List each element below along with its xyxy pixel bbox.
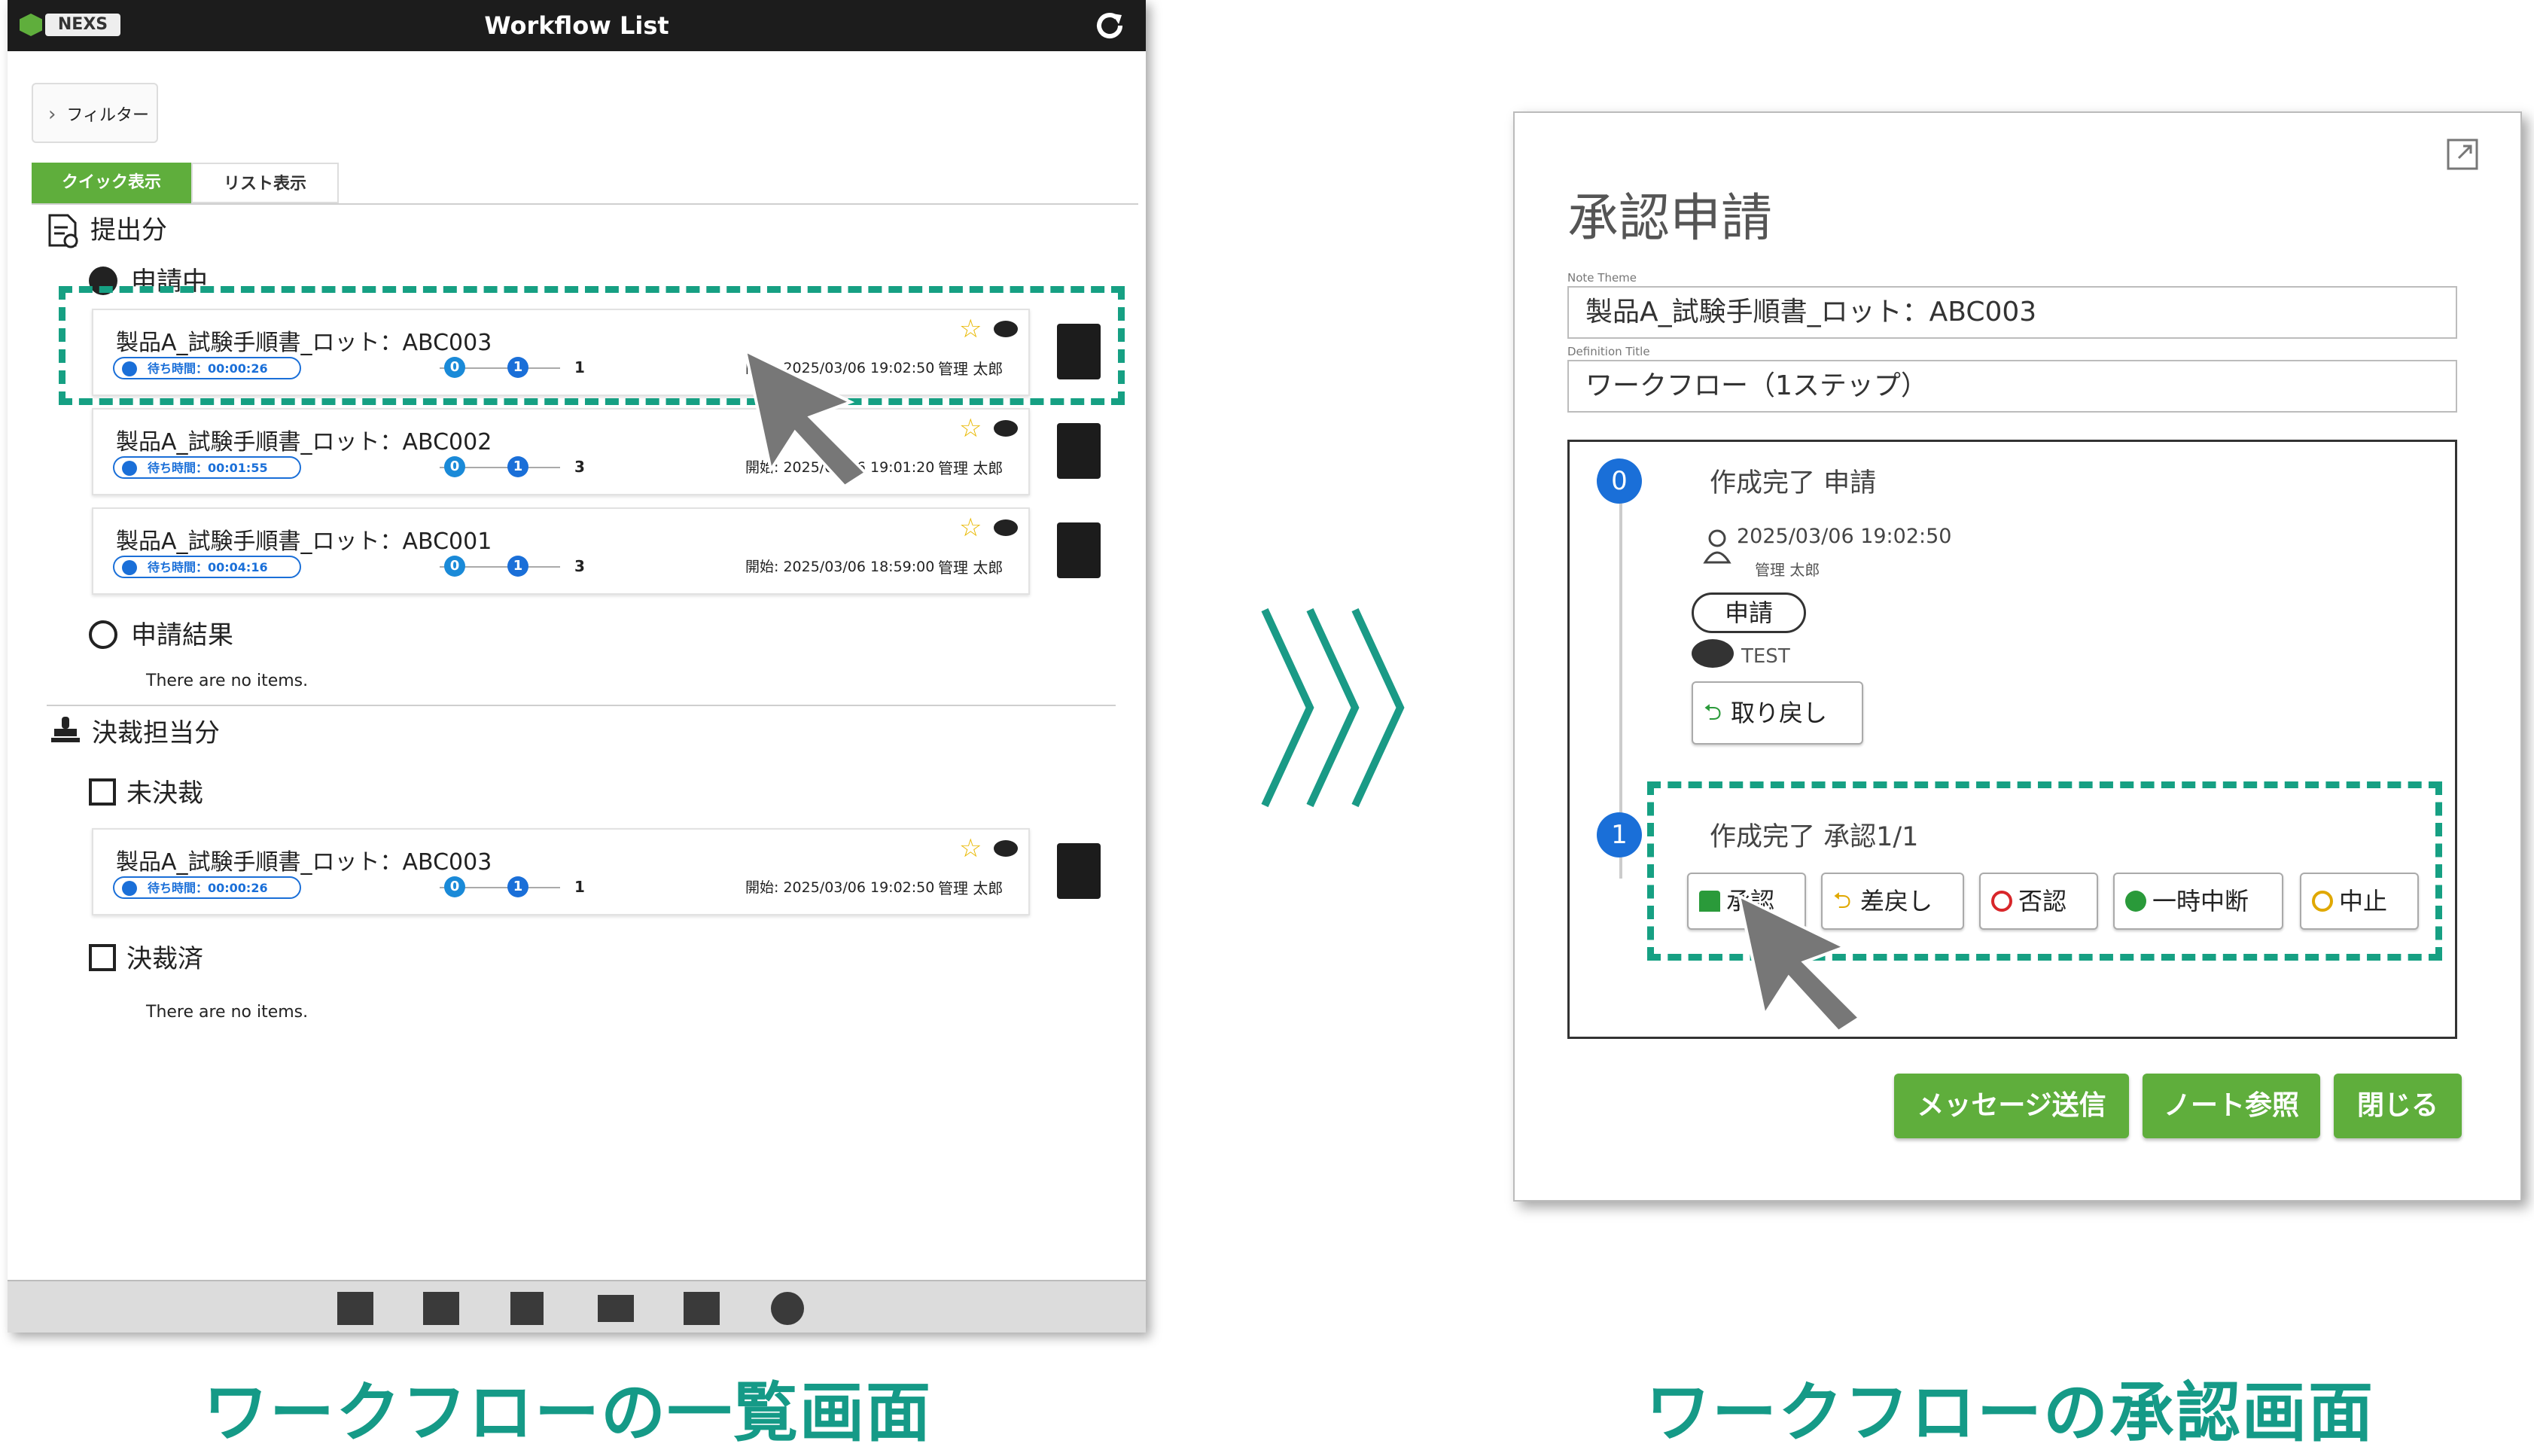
mail-icon[interactable] bbox=[598, 1295, 634, 1322]
filter-label: フィルター bbox=[66, 106, 149, 125]
filter-button[interactable]: › フィルター bbox=[32, 83, 158, 143]
item-title: 製品A_試験手順書_ロット：ABC002 bbox=[116, 429, 492, 455]
note-icon[interactable] bbox=[1057, 522, 1101, 578]
clock-icon bbox=[122, 560, 137, 575]
item-title: 製品A_試験手順書_ロット：ABC001 bbox=[116, 528, 492, 555]
send-message-button[interactable]: メッセージ送信 bbox=[1894, 1074, 2129, 1138]
user-name: 管理 太郎 bbox=[938, 459, 1004, 477]
expand-icon[interactable] bbox=[2445, 137, 2480, 172]
step-0-user: 管理 太郎 bbox=[1755, 561, 1820, 579]
wait-time-badge: 待ち時間：00:01:55 bbox=[113, 456, 301, 479]
step-1-number: 1 bbox=[1597, 812, 1642, 857]
divider bbox=[47, 705, 1116, 706]
tab-list-view[interactable]: リスト表示 bbox=[191, 163, 339, 203]
start-date: 開始: 2025/03/06 18:59:00 bbox=[745, 559, 935, 575]
done-heading: 決裁済 bbox=[126, 944, 203, 974]
title-bar: Workflow List NEXS bbox=[8, 0, 1146, 51]
step-total: 3 bbox=[574, 557, 585, 575]
step-total: 3 bbox=[574, 458, 585, 476]
close-button[interactable]: 閉じる bbox=[2334, 1074, 2462, 1138]
step-total: 1 bbox=[574, 878, 585, 896]
window-title: Workflow List bbox=[484, 11, 669, 40]
dashboard-icon[interactable] bbox=[423, 1292, 459, 1325]
approval-heading: 決裁担当分 bbox=[92, 718, 220, 748]
document-icon bbox=[48, 214, 78, 248]
workflow-list-window: Workflow List NEXS › フィルター クイック表示 リスト表示 提… bbox=[8, 0, 1146, 1333]
mouse-cursor-icon bbox=[743, 348, 869, 489]
note-icon[interactable] bbox=[1057, 843, 1101, 899]
star-icon[interactable]: ☆ bbox=[959, 416, 982, 441]
user-name: 管理 太郎 bbox=[938, 559, 1004, 577]
tab-quick-view[interactable]: クイック表示 bbox=[32, 163, 191, 203]
comment-icon[interactable] bbox=[994, 420, 1018, 437]
checkbox-checked-icon bbox=[89, 944, 116, 971]
list-item[interactable]: 製品A_試験手順書_ロット：ABC002 待ち時間：00:01:55 0 1 3… bbox=[92, 408, 1030, 495]
comment-icon[interactable] bbox=[994, 840, 1018, 857]
note-icon[interactable] bbox=[510, 1292, 544, 1325]
item-title: 製品A_試験手順書_ロット：ABC003 bbox=[116, 849, 492, 876]
step-0-tag: 申請 bbox=[1692, 592, 1806, 633]
highlight-box bbox=[59, 286, 1125, 405]
dialog-title: 承認申請 bbox=[1567, 189, 1773, 248]
wait-time-badge: 待ち時間：00:00:26 bbox=[113, 876, 301, 899]
star-icon[interactable]: ☆ bbox=[959, 836, 982, 861]
list-item[interactable]: 製品A_試験手順書_ロット：ABC003 待ち時間：00:00:26 0 1 1… bbox=[92, 828, 1030, 915]
definition-title-field[interactable]: ワークフロー（1ステップ） bbox=[1567, 360, 2457, 413]
star-icon[interactable]: ☆ bbox=[959, 515, 982, 541]
gear-icon[interactable] bbox=[771, 1292, 804, 1325]
divider bbox=[32, 203, 1138, 205]
pending-heading: 未決裁 bbox=[126, 778, 203, 809]
logo-hexagon-icon bbox=[20, 14, 42, 36]
list-item[interactable]: 製品A_試験手順書_ロット：ABC001 待ち時間：00:04:16 0 1 3… bbox=[92, 507, 1030, 595]
clock-icon bbox=[122, 461, 137, 476]
checkbox-icon bbox=[89, 778, 116, 806]
step-1-badge: 1 bbox=[507, 876, 528, 897]
stop-circle-icon bbox=[89, 620, 117, 649]
step-0-comment: TEST bbox=[1741, 645, 1790, 668]
note-theme-field[interactable]: 製品A_試験手順書_ロット：ABC003 bbox=[1567, 286, 2457, 339]
results-heading: 申請結果 bbox=[131, 620, 233, 650]
clock-icon bbox=[122, 881, 137, 896]
comment-icon bbox=[1692, 639, 1734, 668]
step-0-badge: 0 bbox=[444, 876, 465, 897]
mouse-cursor-icon bbox=[1737, 893, 1862, 1034]
user-icon bbox=[1703, 529, 1731, 564]
no-items-text: There are no items. bbox=[146, 1003, 309, 1022]
refresh-icon[interactable] bbox=[1092, 8, 1128, 44]
workflow-icon[interactable] bbox=[684, 1292, 720, 1325]
user-name: 管理 太郎 bbox=[938, 879, 1004, 897]
wait-time-text: 待ち時間：00:01:55 bbox=[148, 461, 268, 475]
step-0-badge: 0 bbox=[444, 456, 465, 477]
logo-text: NEXS bbox=[45, 14, 120, 36]
submitted-heading: 提出分 bbox=[90, 215, 167, 245]
revert-button-label: 取り戻し bbox=[1731, 699, 1828, 727]
chevron-right-icon: › bbox=[48, 103, 56, 126]
approval-dialog: 承認申請 Note Theme 製品A_試験手順書_ロット：ABC003 Def… bbox=[1513, 111, 2522, 1202]
list-icon[interactable] bbox=[337, 1292, 373, 1325]
step-0-datetime: 2025/03/06 19:02:50 bbox=[1737, 525, 1952, 548]
step-1-badge: 1 bbox=[507, 556, 528, 577]
start-date: 開始: 2025/03/06 19:02:50 bbox=[745, 879, 935, 896]
arrow-chevrons-icon bbox=[1261, 608, 1405, 808]
list-screen-caption: ワークフローの一覧画面 bbox=[203, 1375, 932, 1451]
revert-button[interactable]: ⮌ 取り戻し bbox=[1692, 681, 1863, 745]
comment-icon[interactable] bbox=[994, 519, 1018, 536]
approval-screen-caption: ワークフローの承認画面 bbox=[1646, 1375, 2374, 1451]
definition-title-label: Definition Title bbox=[1567, 345, 1650, 358]
step-0-title: 作成完了 申請 bbox=[1710, 468, 1877, 498]
nexs-logo: NEXS bbox=[20, 12, 125, 39]
step-0-badge: 0 bbox=[444, 556, 465, 577]
no-items-text: There are no items. bbox=[146, 672, 309, 690]
note-theme-label: Note Theme bbox=[1567, 271, 1637, 285]
revert-arrow-icon: ⮌ bbox=[1704, 699, 1722, 726]
step-0-number: 0 bbox=[1597, 458, 1642, 504]
bottom-toolbar bbox=[8, 1280, 1146, 1333]
stamp-icon bbox=[51, 717, 80, 742]
step-1-badge: 1 bbox=[507, 456, 528, 477]
wait-time-text: 待ち時間：00:00:26 bbox=[148, 881, 268, 895]
wait-time-text: 待ち時間：00:04:16 bbox=[148, 560, 268, 574]
view-note-button[interactable]: ノート参照 bbox=[2143, 1074, 2320, 1138]
note-icon[interactable] bbox=[1057, 423, 1101, 479]
wait-time-badge: 待ち時間：00:04:16 bbox=[113, 556, 301, 578]
